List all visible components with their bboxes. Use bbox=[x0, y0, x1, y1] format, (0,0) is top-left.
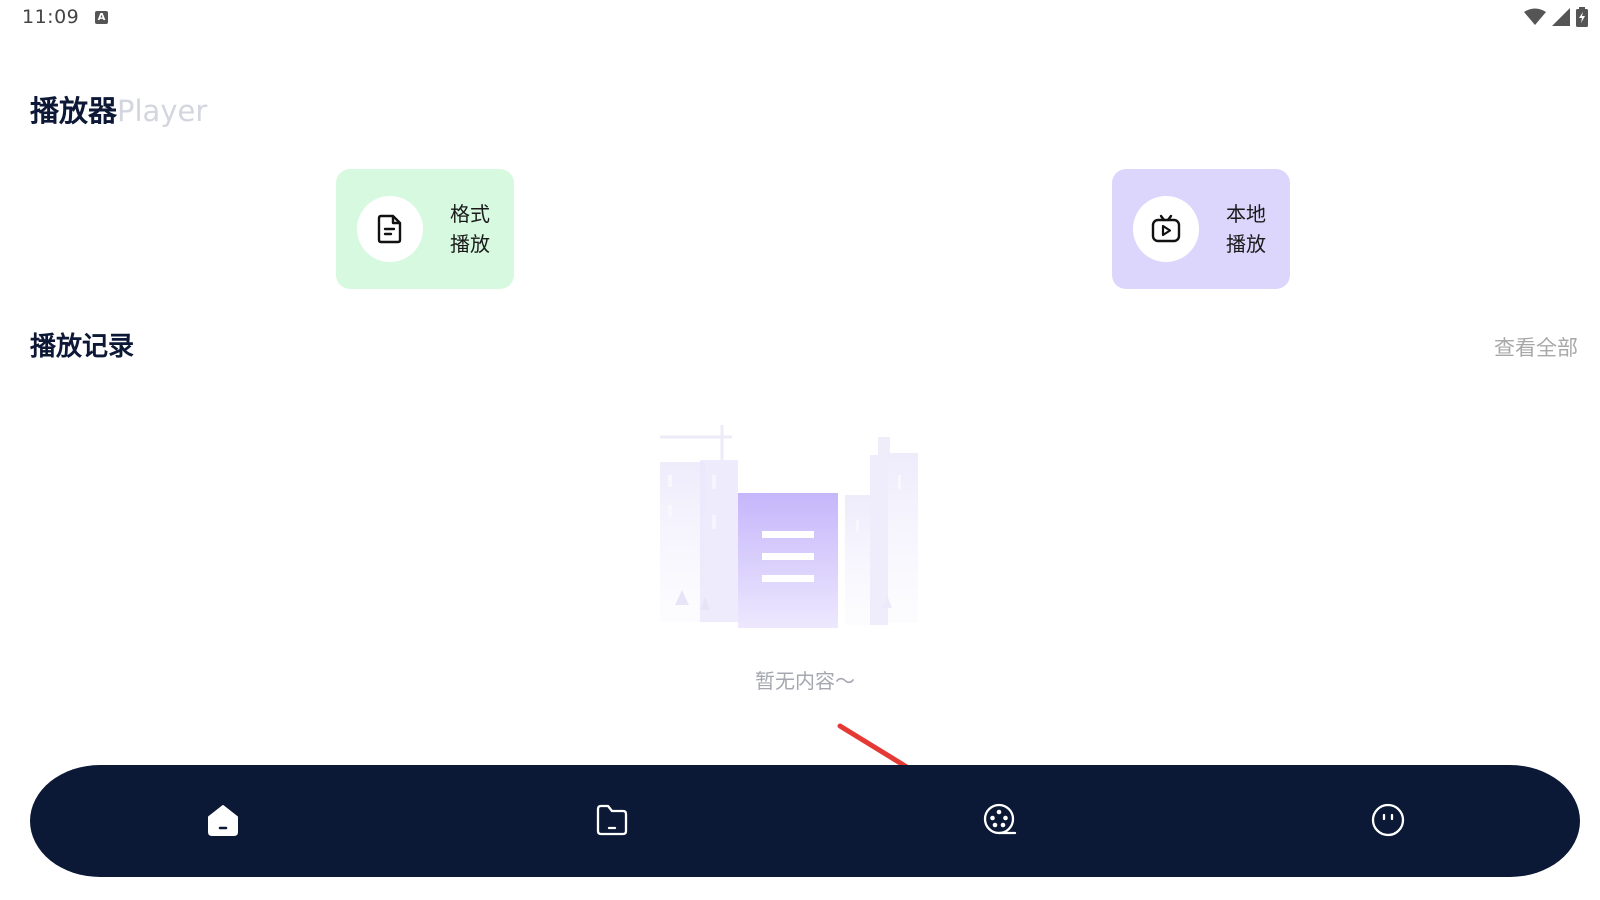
nav-files[interactable] bbox=[590, 798, 634, 842]
card-icon-container bbox=[1133, 196, 1199, 262]
page-title-en: Player bbox=[117, 94, 208, 128]
nav-home[interactable] bbox=[201, 798, 245, 842]
nav-profile[interactable] bbox=[1366, 798, 1410, 842]
empty-state-illustration bbox=[660, 425, 918, 628]
local-play-label: 本地 播放 bbox=[1226, 202, 1266, 256]
film-reel-icon bbox=[983, 803, 1017, 835]
page-title: 播放器 Player bbox=[30, 88, 207, 130]
tv-play-icon bbox=[1151, 214, 1181, 243]
format-play-label: 格式 播放 bbox=[450, 202, 490, 256]
history-title: 播放记录 bbox=[30, 332, 135, 362]
card-icon-container bbox=[357, 196, 423, 262]
signal-icon bbox=[1552, 8, 1570, 26]
bottom-nav bbox=[30, 765, 1580, 877]
local-play-card[interactable]: 本地 播放 bbox=[1112, 169, 1290, 289]
wifi-icon bbox=[1524, 8, 1546, 25]
smile-icon bbox=[1371, 803, 1405, 837]
view-all-link[interactable]: 查看全部 bbox=[1494, 332, 1578, 362]
format-play-card[interactable]: 格式 播放 bbox=[336, 169, 514, 289]
empty-state-text: 暂无内容～ bbox=[755, 669, 855, 693]
page-title-cn: 播放器 bbox=[30, 94, 118, 128]
a-icon: A bbox=[95, 11, 108, 24]
folder-icon bbox=[596, 804, 628, 836]
status-time: 11:09 bbox=[22, 6, 80, 28]
status-icons bbox=[1524, 7, 1588, 27]
battery-icon bbox=[1576, 7, 1588, 27]
status-bar: 11:09 A bbox=[0, 0, 1600, 38]
home-icon bbox=[208, 805, 238, 836]
document-icon bbox=[377, 214, 402, 244]
nav-player[interactable] bbox=[978, 798, 1022, 842]
